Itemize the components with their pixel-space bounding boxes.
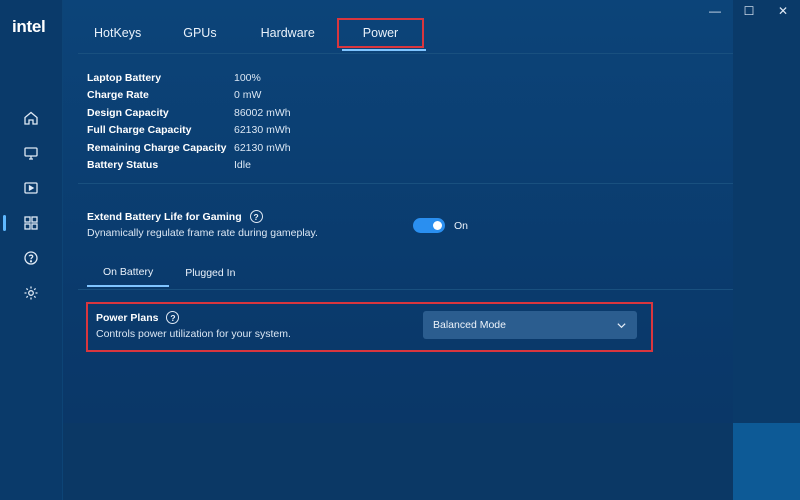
right-panel-accent: [733, 423, 800, 500]
info-row: Charge Rate 0 mW: [87, 87, 291, 105]
tab-divider: [78, 53, 733, 54]
extend-battery-toggle[interactable]: [413, 218, 445, 233]
info-row: Remaining Charge Capacity 62130 mWh: [87, 139, 291, 157]
power-plans-title: Power Plans ?: [96, 311, 180, 324]
settings-gear-icon[interactable]: [22, 284, 40, 302]
power-plans-title-text: Power Plans: [96, 311, 159, 324]
intel-logo: intel: [12, 17, 46, 36]
tab-gpus[interactable]: GPUs: [169, 18, 230, 48]
info-value: 100%: [234, 71, 261, 84]
info-value: 0 mW: [234, 89, 262, 102]
monitor-icon[interactable]: [22, 144, 40, 162]
active-tab-underline: [342, 49, 426, 51]
info-value: 62130 mWh: [234, 124, 291, 137]
close-button[interactable]: ✕: [766, 0, 800, 22]
info-label: Charge Rate: [87, 89, 149, 102]
chevron-down-icon: [616, 320, 627, 331]
extend-battery-title-text: Extend Battery Life for Gaming: [87, 210, 242, 223]
tab-power[interactable]: Power: [336, 18, 425, 48]
info-row: Laptop Battery 100%: [87, 69, 291, 87]
info-value: 62130 mWh: [234, 141, 291, 154]
info-value: 86002 mWh: [234, 106, 291, 119]
power-plan-dropdown[interactable]: Balanced Mode: [423, 311, 637, 339]
window-controls: — ☐ ✕: [698, 0, 800, 22]
info-label: Battery Status: [87, 159, 159, 172]
help-icon[interactable]: ?: [249, 210, 263, 223]
subtab-plugged-in[interactable]: Plugged In: [169, 259, 251, 287]
main-footer-area: [63, 423, 733, 500]
battery-info-table: Laptop Battery 100% Charge Rate 0 mW Des…: [87, 69, 291, 174]
info-row: Battery Status Idle: [87, 157, 291, 175]
extend-battery-title: Extend Battery Life for Gaming ?: [87, 210, 263, 223]
extend-battery-description: Dynamically regulate frame rate during g…: [87, 227, 318, 239]
section-divider: [78, 183, 733, 184]
info-label: Design Capacity: [87, 106, 169, 119]
tab-hotkeys[interactable]: HotKeys: [80, 18, 155, 48]
main-tabs: HotKeys GPUs Hardware Power: [80, 18, 438, 52]
toggle-state-label: On: [454, 220, 469, 232]
sidebar: intel: [0, 0, 63, 500]
info-label: Laptop Battery: [87, 71, 162, 84]
info-value: Idle: [234, 159, 251, 172]
toggle-knob: [433, 221, 442, 230]
help-icon[interactable]: ?: [166, 311, 180, 324]
home-icon[interactable]: [22, 109, 40, 127]
power-plans-description: Controls power utilization for your syst…: [96, 328, 291, 340]
info-row: Full Charge Capacity 62130 mWh: [87, 122, 291, 140]
maximize-button[interactable]: ☐: [732, 0, 766, 22]
active-nav-indicator: [3, 215, 6, 231]
info-label: Remaining Charge Capacity: [87, 141, 227, 154]
power-plan-selected: Balanced Mode: [433, 319, 506, 331]
minimize-button[interactable]: —: [698, 0, 732, 22]
apps-grid-icon[interactable]: [22, 214, 40, 232]
power-subtabs: On Battery Plugged In: [87, 259, 251, 289]
subtab-on-battery[interactable]: On Battery: [87, 259, 170, 287]
app-window: intel — ☐ ✕ HotKeys GPUs Hardware Power: [0, 0, 800, 500]
help-icon[interactable]: [22, 249, 40, 267]
tab-hardware[interactable]: Hardware: [247, 18, 329, 48]
info-label: Full Charge Capacity: [87, 124, 192, 137]
video-icon[interactable]: [22, 179, 40, 197]
info-row: Design Capacity 86002 mWh: [87, 104, 291, 122]
subtab-divider: [78, 289, 733, 290]
